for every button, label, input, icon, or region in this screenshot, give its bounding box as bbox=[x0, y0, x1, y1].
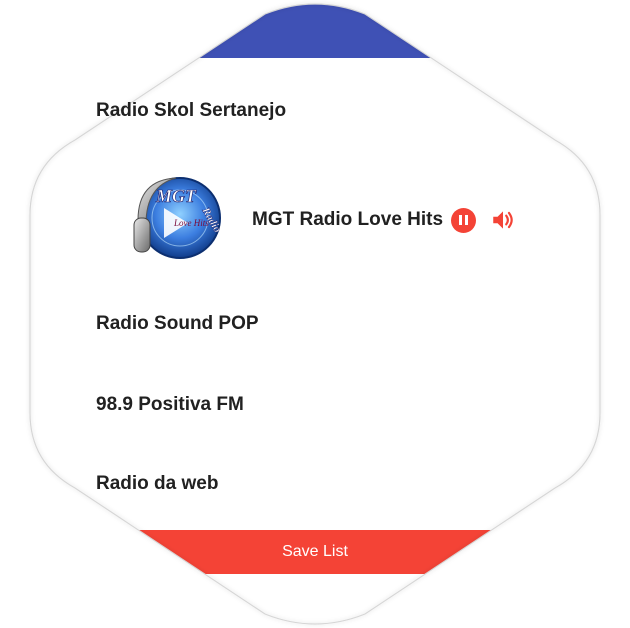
top-header-bar bbox=[0, 0, 630, 58]
station-item-title[interactable]: Radio Sound POP bbox=[96, 313, 259, 335]
pause-icon bbox=[459, 215, 463, 225]
save-list-button[interactable]: Save List bbox=[0, 530, 630, 574]
station-item-title[interactable]: Radio da web bbox=[96, 473, 218, 495]
logo-subtext: Love Hits bbox=[173, 218, 209, 228]
now-playing-title[interactable]: MGT Radio Love Hits bbox=[252, 209, 443, 231]
station-item-title[interactable]: 98.9 Positiva FM bbox=[96, 394, 244, 416]
volume-icon[interactable] bbox=[490, 207, 516, 233]
station-logo: MGT Love Hits Radio bbox=[133, 177, 224, 259]
pause-button[interactable] bbox=[451, 207, 477, 233]
pause-icon-bar bbox=[465, 215, 469, 225]
station-item-title[interactable]: Radio Skol Sertanejo bbox=[96, 100, 286, 122]
now-playing-row[interactable]: MGT Love Hits Radio MGT Radio Love Hits bbox=[124, 168, 516, 272]
app-stage: Radio Skol Sertanejo MGT Love Hits Radio… bbox=[0, 0, 630, 628]
logo-text: MGT bbox=[155, 186, 197, 206]
